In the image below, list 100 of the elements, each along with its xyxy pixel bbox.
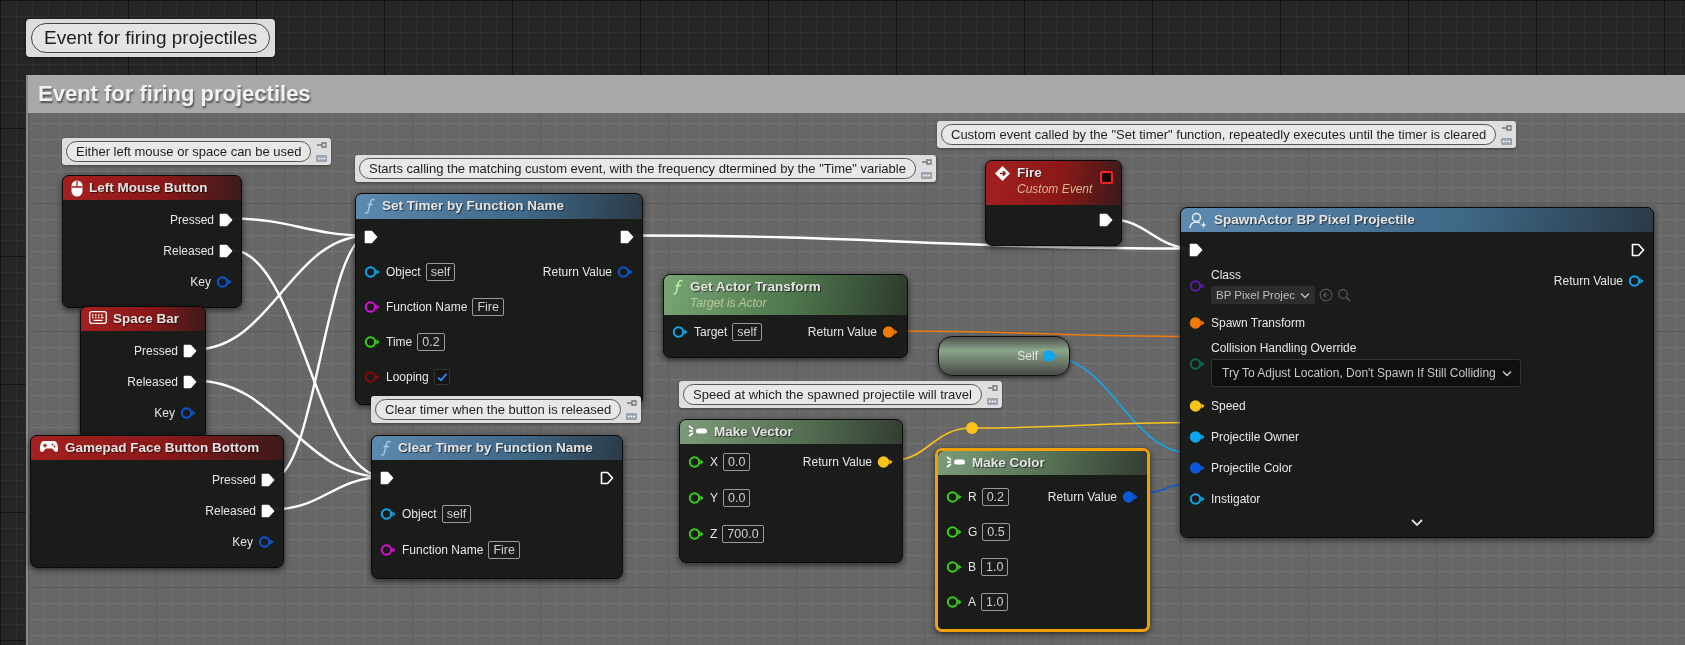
value-field[interactable]: 1.0 <box>981 557 1009 576</box>
value-field[interactable]: Fire <box>472 297 504 316</box>
pin-label: Return Value <box>542 264 612 279</box>
checkbox[interactable] <box>433 368 450 385</box>
exec-pin-icon[interactable] <box>600 471 614 485</box>
expand-chevron-icon[interactable] <box>1410 518 1424 527</box>
blueprint-node[interactable]: Make Color R 0.2 G 0.5 B 1.0 A 1.0 Return Value <box>935 448 1150 632</box>
pin-label: A <box>968 594 976 609</box>
exec-pin-icon[interactable] <box>261 503 275 518</box>
pin-label: R <box>968 489 977 504</box>
chevron-icon <box>1300 291 1311 299</box>
pin-label: Function Name <box>386 299 468 314</box>
pin-icon[interactable] <box>1189 491 1206 506</box>
delegate-pin-icon[interactable] <box>1100 171 1113 184</box>
pin-label: B <box>968 559 976 574</box>
exec-pin-icon[interactable] <box>1189 242 1203 257</box>
value-field[interactable]: self <box>425 262 456 281</box>
pin-label: Released <box>205 503 256 518</box>
pin-label: Object <box>386 264 421 279</box>
pin-label: Pressed <box>211 472 256 487</box>
keyboard-icon <box>89 311 107 324</box>
value-field[interactable]: self <box>441 505 472 523</box>
pin-label: Target <box>694 325 728 339</box>
comment-text: Event for firing projectiles <box>31 23 271 53</box>
value-field[interactable]: self <box>732 323 762 341</box>
exec-pin-icon[interactable] <box>1631 242 1645 257</box>
make-struct-icon <box>946 455 966 469</box>
event-icon <box>994 165 1011 182</box>
pin-icon[interactable] <box>882 325 899 339</box>
pin-icon[interactable] <box>364 264 381 279</box>
pin-icon[interactable] <box>1189 429 1206 444</box>
exec-pin-icon[interactable] <box>1099 213 1113 227</box>
pin-label: Return Value <box>802 455 872 469</box>
pin-label: Instigator <box>1211 491 1261 506</box>
pin-label: Projectile Owner <box>1211 429 1300 444</box>
value-field[interactable]: 700.0 <box>722 525 764 543</box>
exec-pin-icon[interactable] <box>620 229 634 244</box>
value-field[interactable]: 1.0 <box>981 592 1009 611</box>
pin-icon[interactable] <box>1189 315 1206 330</box>
exec-pin-icon[interactable] <box>364 229 378 244</box>
chevron-icon <box>1501 369 1512 377</box>
exec-pin-icon[interactable] <box>261 472 275 487</box>
pin-icon[interactable] <box>1189 398 1206 413</box>
blueprint-node[interactable]: Left Mouse Button Pressed Released Key <box>62 175 242 308</box>
blueprint-node[interactable] <box>1180 207 1654 538</box>
enum-dropdown[interactable]: Try To Adjust Location, Don't Spawn If Still Colliding <box>1211 359 1521 387</box>
pin-icon[interactable] <box>672 325 689 339</box>
node-title: Set Timer by Function Name <box>382 198 565 213</box>
exec-pin-icon[interactable] <box>183 343 197 358</box>
exec-pin-icon[interactable] <box>219 243 233 258</box>
pin-label: Key <box>190 274 211 289</box>
pin-icon[interactable] <box>688 455 705 469</box>
pin-label: Released <box>127 374 178 389</box>
pin-label: Class <box>1211 268 1242 282</box>
node-title: Get Actor Transform <box>690 279 821 294</box>
pin-icon[interactable] <box>688 527 705 541</box>
pin-icon[interactable] <box>946 559 963 574</box>
node-subtitle: Custom Event <box>1017 182 1093 196</box>
class-dropdown[interactable]: BP Pixel Projec <box>1211 286 1316 304</box>
pin-label: Key <box>154 405 175 420</box>
pin-label: Return Value <box>1047 489 1117 504</box>
pin-label: Time <box>386 334 413 349</box>
blueprint-node[interactable]: Fire Custom Event <box>985 160 1122 246</box>
pin-label: G <box>968 524 978 539</box>
blueprint-node[interactable]: Gamepad Face Button Bottom Pressed Released Key <box>30 435 284 568</box>
blueprint-node[interactable]: Set Timer by Function Name Object self Function Name Fire Time 0.2 Looping Return Value <box>355 193 643 405</box>
value-field[interactable]: 0.0 <box>723 489 751 507</box>
exec-pin-icon[interactable] <box>380 471 394 485</box>
pin-icon[interactable] <box>877 455 894 469</box>
pin-icon[interactable] <box>946 489 963 504</box>
make-struct-icon <box>688 424 708 438</box>
comment-text: Starts calling the matching custom event, with the frequency dtermined by the "Time" variable <box>359 158 916 179</box>
pin-icon[interactable] <box>688 491 705 505</box>
node-title: Clear Timer by Function Name <box>398 440 593 455</box>
value-field[interactable]: 0.0 <box>723 453 751 471</box>
exec-pin-icon[interactable] <box>183 374 197 389</box>
pin-label: Return Value <box>1553 273 1623 288</box>
pin-label: Object <box>402 507 437 521</box>
pin-label: Speed <box>1211 398 1246 413</box>
blueprint-node[interactable]: Make Vector X 0.0 Y 0.0 Z 700.0 Return Value <box>679 419 903 563</box>
pin-icon[interactable] <box>380 507 397 521</box>
node-subtitle: Target is Actor <box>690 296 768 310</box>
comment-text: Custom event called by the "Set timer" function, repeatedly executes until the timer is cleared <box>941 124 1497 145</box>
value-field[interactable]: 0.2 <box>981 487 1010 506</box>
value-field[interactable]: Fire <box>488 541 520 559</box>
node-title: Make Color <box>972 455 1045 470</box>
value-field[interactable]: 0.2 <box>417 332 445 351</box>
blueprint-node[interactable]: Get Actor Transform Target is Actor Target self Return Value <box>663 274 908 358</box>
pin-icon[interactable] <box>364 334 381 349</box>
node-title: Space Bar <box>113 311 180 326</box>
pin-label: Pressed <box>133 343 178 358</box>
value-field[interactable]: 0.5 <box>982 522 1010 541</box>
pin-icon[interactable] <box>946 524 963 539</box>
pin-icon[interactable] <box>946 594 963 609</box>
reroute-knot[interactable] <box>966 422 978 434</box>
pin-label: Y <box>710 491 718 505</box>
blueprint-node[interactable]: Clear Timer by Function Name Object self Function Name Fire <box>371 435 623 579</box>
exec-pin-icon[interactable] <box>219 212 233 227</box>
pin-icon[interactable] <box>1628 273 1645 288</box>
node-title: Fire <box>1017 165 1043 180</box>
